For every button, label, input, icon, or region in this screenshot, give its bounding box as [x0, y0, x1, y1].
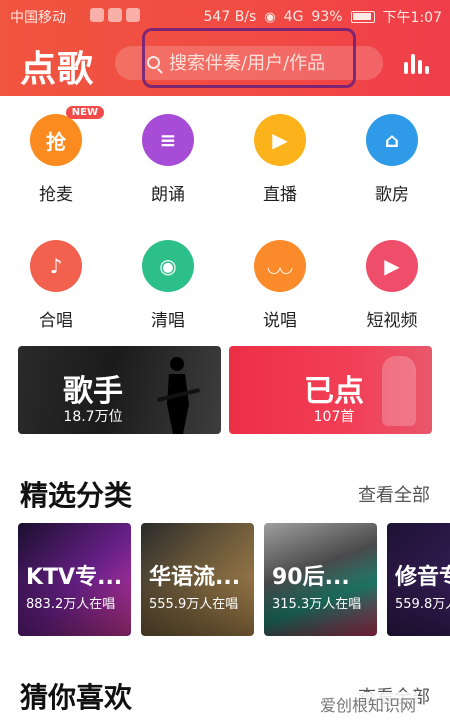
ordered-songs-banner[interactable]: 已点 107首 [229, 346, 432, 434]
card-title: 90后... [272, 565, 350, 590]
page-title: 点歌 [20, 49, 95, 90]
acapella-icon: ◉ [142, 240, 194, 292]
quick-item-live[interactable]: ▶ 直播 [224, 114, 336, 205]
section-title-featured: 精选分类 [20, 479, 133, 512]
banner-subtitle: 107首 [313, 409, 355, 425]
battery-percent: 93% [311, 9, 343, 25]
notification-icons [90, 8, 140, 22]
quick-item-song-room[interactable]: ⌂ 歌房 [336, 114, 448, 205]
chorus-icon: ♪ [30, 240, 82, 292]
live-icon: ▶ [254, 114, 306, 166]
category-card-ktv[interactable]: KTV专... 883.2万人在唱 [18, 523, 131, 636]
new-badge: NEW [65, 106, 104, 119]
recite-icon: ≡ [142, 114, 194, 166]
network-speed: 547 B/s [203, 9, 257, 25]
quick-item-label: 合唱 [39, 311, 73, 331]
top-header: 中国移动 547 B/s ◉ 4G 93% 下午1:07 点歌 [0, 0, 450, 96]
category-card-90s[interactable]: 90后... 315.3万人在唱 [264, 523, 377, 636]
network-type: 4G [283, 9, 304, 25]
carrier-label: 中国移动 [10, 10, 66, 26]
quick-item-chorus[interactable]: ♪ 合唱 [0, 240, 112, 331]
card-subtitle: 315.3万人在唱 [272, 597, 362, 612]
watermark: 爱创根知识网 [318, 692, 419, 716]
status-bar: 中国移动 547 B/s ◉ 4G 93% 下午1:07 [0, 0, 450, 32]
card-subtitle: 559.8万人 [395, 597, 450, 612]
clock: 下午1:07 [382, 10, 442, 26]
quick-item-short-video[interactable]: ▶ 短视频 [336, 240, 448, 331]
quick-item-recite[interactable]: ≡ 朗诵 [112, 114, 224, 205]
bar-chart-icon[interactable] [404, 52, 430, 74]
notification-icon [90, 8, 104, 22]
song-room-icon: ⌂ [366, 114, 418, 166]
card-title: KTV专... [26, 565, 123, 590]
card-title: 修音专 [395, 565, 450, 590]
grab-mic-icon: 抢 NEW [30, 106, 104, 166]
rap-icon: ◡◡ [254, 240, 306, 292]
quick-item-label: 清唱 [151, 311, 185, 331]
quick-item-grab-mic[interactable]: 抢 NEW 抢麦 [0, 106, 112, 205]
banner-title: 已点 [304, 374, 364, 409]
banner-subtitle: 18.7万位 [63, 409, 123, 425]
card-subtitle: 883.2万人在唱 [26, 597, 116, 612]
card-title: 华语流... [149, 565, 241, 590]
category-card-mandopop[interactable]: 华语流... 555.9万人在唱 [141, 523, 254, 636]
category-card-autotune[interactable]: 修音专 559.8万人 [387, 523, 450, 636]
banner-title: 歌手 [63, 374, 123, 409]
card-subtitle: 555.9万人在唱 [149, 597, 239, 612]
quick-item-label: 抢麦 [39, 185, 73, 205]
search-icon [147, 56, 160, 69]
quick-item-label: 朗诵 [151, 185, 185, 205]
quick-item-rap[interactable]: ◡◡ 说唱 [224, 240, 336, 331]
quick-item-label: 歌房 [375, 185, 409, 205]
battery-icon [350, 11, 375, 23]
short-video-icon: ▶ [366, 240, 418, 292]
view-all-featured-link[interactable]: 查看全部 [358, 481, 430, 507]
quick-item-label: 直播 [263, 185, 297, 205]
search-input[interactable] [169, 52, 369, 74]
eye-icon: ◉ [264, 9, 276, 25]
notification-icon [108, 8, 122, 22]
singer-banner[interactable]: 歌手 18.7万位 [18, 346, 221, 434]
search-box[interactable] [115, 46, 383, 80]
quick-item-label: 短视频 [366, 311, 418, 331]
notification-icon [126, 8, 140, 22]
quick-item-label: 说唱 [263, 311, 297, 331]
status-right: 547 B/s ◉ 4G 93% 下午1:07 [204, 7, 442, 27]
quick-item-acapella[interactable]: ◉ 清唱 [112, 240, 224, 331]
section-title-guess: 猜你喜欢 [20, 681, 133, 714]
